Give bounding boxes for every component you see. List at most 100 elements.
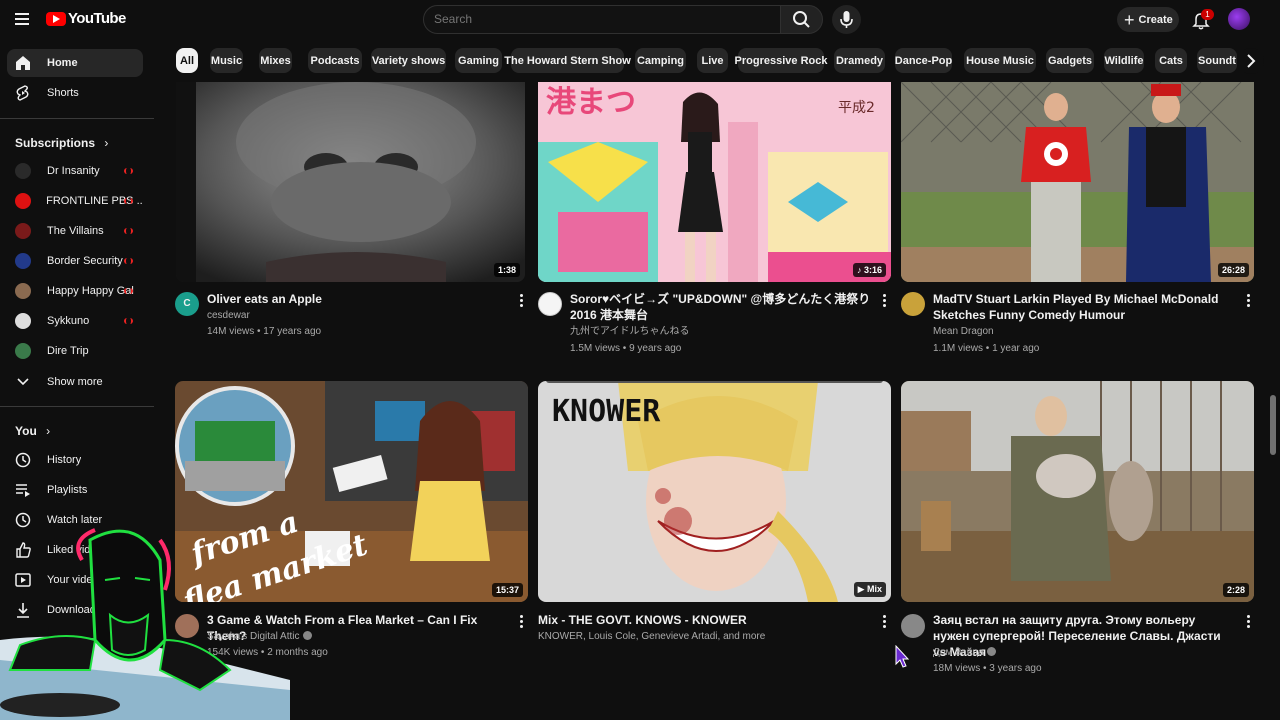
page-scrollbar[interactable] (1270, 395, 1276, 455)
filter-chip[interactable]: Soundt (1197, 48, 1237, 73)
notification-badge: 1 (1201, 9, 1214, 20)
video-title[interactable]: Mix - THE GOVT. KNOWS - KNOWER (538, 612, 868, 628)
channel-avatar[interactable] (901, 292, 925, 316)
search-button[interactable] (780, 5, 823, 34)
filter-chip[interactable]: Camping (635, 48, 686, 73)
channel-name[interactable]: Mean Dragon (933, 324, 994, 340)
mix-stack-edge (546, 381, 883, 383)
filter-chip[interactable]: House Music (964, 48, 1036, 73)
subscriptions-heading-text: Subscriptions (15, 136, 96, 150)
filter-chip[interactable]: Live (697, 48, 728, 73)
rabbit-enclosure-thumbnail-image (901, 381, 1254, 602)
video-title[interactable]: MadTV Stuart Larkin Played By Michael Mc… (933, 291, 1233, 323)
channel-name-text: Дом Зайца (933, 647, 984, 658)
video-stats: 14M views • 17 years ago (207, 326, 322, 337)
plus-icon: + (1124, 9, 1135, 30)
channel-name[interactable]: Дом Зайца (933, 645, 996, 661)
video-thumbnail[interactable]: 2:28 (901, 381, 1254, 602)
video-thumbnail[interactable]: KNOWER ▶ Mix (538, 381, 891, 602)
filter-chip[interactable]: Wildlife (1104, 48, 1144, 73)
knower-thumbnail-image: KNOWER (538, 381, 891, 602)
more-options-icon[interactable] (516, 292, 526, 308)
channel-name[interactable]: 九州でアイドルちゃんねる (570, 324, 690, 340)
video-thumbnail[interactable]: 26:28 (901, 82, 1254, 282)
video-title[interactable]: Soror♥ベイビ→ズ "UP&DOWN" @博多どんたく港祭り2016 港本舞… (570, 291, 876, 323)
account-avatar[interactable] (1228, 8, 1250, 30)
search-input[interactable] (434, 12, 754, 26)
video-thumbnail[interactable]: 港まつ 平成2 ♪ 3:16 (538, 82, 891, 282)
music-note-icon: ♪ (856, 265, 864, 275)
menu-icon[interactable] (12, 8, 34, 30)
video-thumbnail[interactable]: 1:38 (176, 82, 525, 282)
channel-name[interactable]: KNOWER, Louis Cole, Genevieve Artadi, an… (538, 629, 868, 645)
filter-chip[interactable]: Gaming (455, 48, 502, 73)
video-title[interactable]: Oliver eats an Apple (207, 291, 507, 307)
subscriptions-heading[interactable]: Subscriptions › (15, 136, 108, 150)
live-indicator-icon (124, 258, 133, 264)
filter-chip[interactable]: Dance-Pop (895, 48, 952, 73)
video-duration: 26:28 (1217, 263, 1249, 277)
filter-chip[interactable]: Cats (1155, 48, 1187, 73)
video-stats: 18M views • 3 years ago (933, 663, 1042, 674)
filter-chips-bar: All Music Mixes Podcasts Variety shows Gaming… (170, 48, 1260, 74)
sidebar-item-shorts[interactable]: Shorts (7, 79, 143, 107)
filter-chip[interactable]: The Howard Stern Show (504, 48, 631, 73)
sidebar-item-home[interactable]: Home (7, 49, 143, 77)
filter-chip[interactable]: Gadgets (1046, 48, 1094, 73)
channel-name[interactable]: cesdewar (207, 308, 250, 324)
you-heading[interactable]: You › (15, 424, 50, 438)
more-options-icon[interactable] (1243, 613, 1253, 629)
sidebar-item-label: Playlists (47, 484, 88, 496)
create-button[interactable]: + Create (1117, 7, 1179, 32)
channel-avatar[interactable] (901, 614, 925, 638)
sidebar-item-history[interactable]: History (7, 446, 143, 474)
sidebar-item-label: History (47, 454, 82, 466)
chips-next-button[interactable] (1238, 48, 1264, 74)
history-icon (15, 452, 31, 468)
voice-search-button[interactable] (832, 5, 861, 34)
more-options-icon[interactable] (879, 613, 889, 629)
more-options-icon[interactable] (1243, 292, 1253, 308)
live-indicator-icon (124, 198, 133, 204)
subscription-item[interactable]: FRONTLINE PBS ... (7, 187, 143, 215)
more-options-icon[interactable] (516, 613, 526, 629)
subscription-name: Sykkuno (47, 315, 90, 327)
subscription-item[interactable]: Sykkuno (7, 307, 143, 335)
svg-text:港まつ: 港まつ (546, 85, 636, 120)
live-indicator-icon (124, 168, 133, 174)
subscription-item[interactable]: Border Security (7, 247, 143, 275)
svg-text:平成2: 平成2 (838, 100, 875, 116)
divider (0, 118, 154, 119)
subscription-name: The Villains (47, 225, 104, 237)
channel-avatar[interactable]: C (175, 292, 199, 316)
subscription-item[interactable]: Dire Trip (7, 337, 143, 365)
chevron-right-icon (1247, 54, 1256, 68)
filter-chip[interactable]: All (176, 48, 198, 73)
show-more-button[interactable]: Show more (7, 368, 143, 396)
search-box (423, 5, 781, 34)
filter-chip[interactable]: Variety shows (371, 48, 446, 73)
subscription-item[interactable]: Happy Happy Gal (7, 277, 143, 305)
live-indicator-icon (124, 288, 133, 294)
duration-text: 3:16 (863, 265, 882, 275)
filter-chip[interactable]: Podcasts (308, 48, 362, 73)
sidebar-item-playlists[interactable]: Playlists (7, 476, 143, 504)
sidebar-item-label: Home (47, 57, 78, 69)
channel-avatar[interactable] (538, 292, 562, 316)
filter-chip[interactable]: Music (210, 48, 243, 73)
chevron-down-icon (17, 378, 29, 386)
more-options-icon[interactable] (879, 292, 889, 308)
youtube-logo[interactable]: YouTube (46, 10, 126, 27)
filter-chip[interactable]: Mixes (259, 48, 292, 73)
verified-icon (986, 647, 996, 656)
channel-avatar (15, 343, 31, 359)
playlist-play-icon: ▶ (857, 584, 867, 594)
channel-avatar (15, 313, 31, 329)
subscription-name: Dire Trip (47, 345, 89, 357)
filter-chip[interactable]: Progressive Rock (735, 48, 827, 73)
subscription-item[interactable]: The Villains (7, 217, 143, 245)
video-duration: 1:38 (493, 263, 520, 277)
filter-chip[interactable]: Dramedy (834, 48, 885, 73)
subscription-item[interactable]: Dr Insanity (7, 157, 143, 185)
youtube-logo-icon (46, 11, 66, 26)
